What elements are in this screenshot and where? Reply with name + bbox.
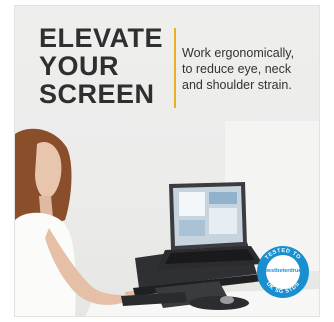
badge-brand: bestbeterdrue <box>264 268 302 274</box>
certification-badge: TESTED TO UK SG STDS bestbeterdrue <box>256 245 310 299</box>
promo-card: ELEVATE YOUR SCREEN Work ergonomically, … <box>15 6 319 316</box>
mouse-pad <box>189 296 249 310</box>
person-illustration <box>15 128 143 316</box>
